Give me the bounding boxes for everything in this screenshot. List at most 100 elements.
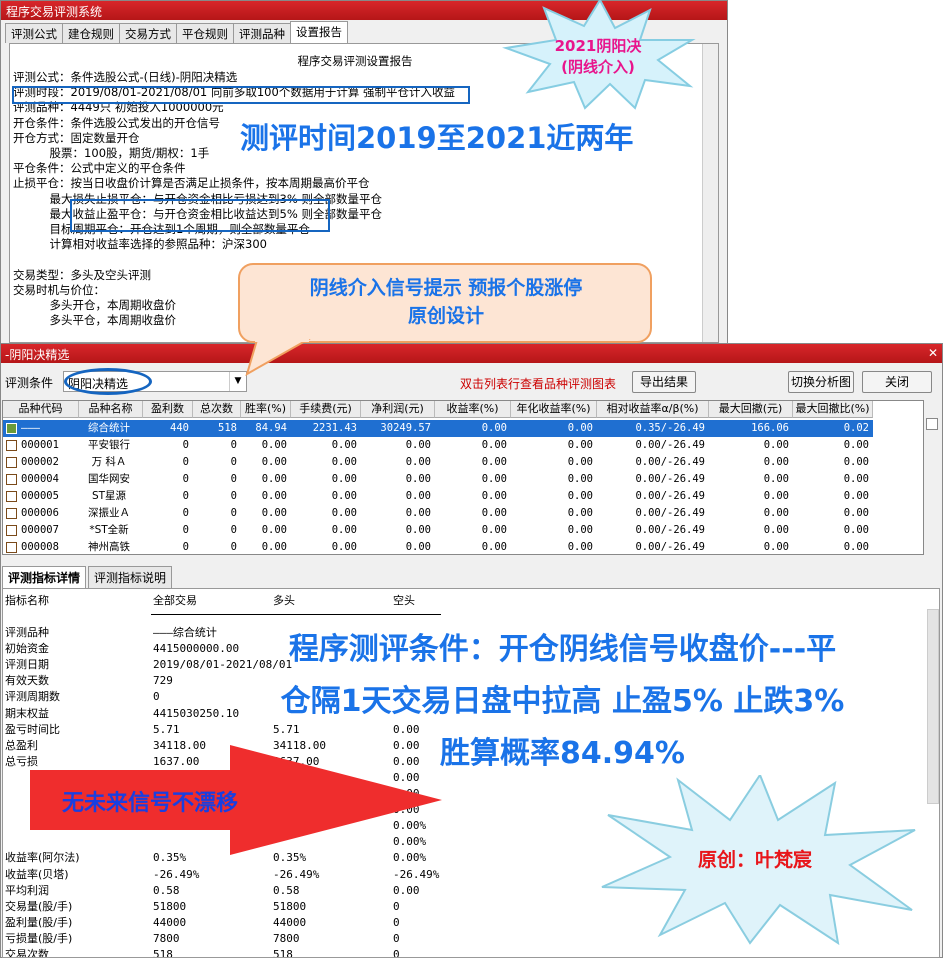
report-line: 开仓条件：条件选股公式发出的开仓信号 (13, 115, 220, 130)
table-cell: 0.00 (843, 473, 869, 485)
table-cell: 0.00 (567, 541, 593, 553)
metric-value: 0.00 (393, 883, 420, 897)
table-cell: 0.00 (405, 473, 431, 485)
tab-3[interactable]: 平仓规则 (176, 23, 234, 43)
column-header[interactable]: 盈利数 (143, 401, 193, 418)
table-cell: 0 (182, 456, 189, 468)
detail-header: 指标名称 (5, 594, 49, 607)
table-cell: 440 (170, 422, 189, 434)
table-cell: 0.35/-26.49 (635, 422, 705, 434)
tab-4[interactable]: 评测品种 (233, 23, 291, 43)
table-cell: 000007 (21, 524, 59, 536)
document-icon (6, 491, 17, 502)
column-header[interactable]: 品种代码 (3, 401, 79, 418)
column-header[interactable]: 年化收益率(%) (511, 401, 597, 418)
metric-value: 518 (273, 948, 293, 958)
header-rule (151, 614, 441, 615)
column-header[interactable]: 相对收益率α/β(%) (597, 401, 709, 418)
tab-2[interactable]: 交易方式 (119, 23, 177, 43)
table-cell: 0.00 (763, 541, 789, 553)
table-cell: 0.00 (843, 507, 869, 519)
document-icon (6, 423, 17, 434)
table-row[interactable]: 000002 万 科Ａ 0 0 0.00 0.00 0.00 0.00 0.00 0.00/-26… (3, 454, 873, 471)
table-row[interactable]: 000005 ST星源 0 0 0.00 0.00 0.00 0.00 0.00 0.00/-26… (3, 488, 873, 505)
metric-value: 51800 (153, 899, 187, 913)
metric-name: 收益率(贝塔) (5, 867, 69, 881)
metric-value: 729 (153, 674, 173, 688)
table-cell: 0.00 (843, 439, 869, 451)
table-cell: 0.02 (843, 422, 869, 434)
column-header[interactable]: 总次数 (193, 401, 241, 418)
metric-value: 7800 (273, 931, 300, 945)
table-cell: 0.00 (405, 456, 431, 468)
highlight-ellipse (64, 368, 152, 395)
tab-5[interactable]: 设置报告 (290, 21, 348, 43)
table-cell: 0.00 (763, 524, 789, 536)
table-cell: 0.00 (261, 524, 287, 536)
metric-value: 0 (393, 948, 400, 958)
table-cell: 0 (230, 524, 237, 536)
tab-detail[interactable]: 评测指标详情 (2, 566, 87, 588)
table-cell: 0.00 (843, 490, 869, 502)
detail-scrollbar[interactable] (927, 609, 939, 804)
report-line: 多头开仓，本周期收盘价 (13, 298, 177, 312)
metric-value: 44000 (273, 915, 307, 929)
tab-explain[interactable]: 评测指标说明 (88, 566, 173, 588)
tab-1[interactable]: 建仓规则 (62, 23, 120, 43)
table-cell: 0.00 (331, 456, 357, 468)
metric-name: 平均利润 (5, 883, 49, 897)
report-scrollbar[interactable] (702, 44, 718, 342)
metric-value: -26.49% (153, 867, 200, 881)
column-header[interactable]: 净利润(元) (361, 401, 435, 418)
table-cell: 0 (182, 473, 189, 485)
report-line: 交易类型：多头及空头评测 (13, 267, 151, 282)
table-row[interactable]: ——— 综合统计 440 518 84.94 2231.43 30249.57 0.00 0.0… (3, 420, 873, 437)
table-cell: 0.00 (405, 541, 431, 553)
detail-header: 多头 (273, 594, 295, 607)
metric-name: 初始资金 (5, 642, 49, 656)
table-row[interactable]: 000006 深振业Ａ 0 0 0.00 0.00 0.00 0.00 0.00 0.00/-26… (3, 505, 873, 522)
headline-period: 测评时间2019至2021近两年 (240, 121, 634, 155)
column-header[interactable]: 最大回撤(元) (709, 401, 793, 418)
detail-header: 空头 (393, 594, 415, 607)
close-button[interactable]: 关闭 (862, 371, 932, 393)
results-table: 品种代码 品种名称 盈利数 总次数 胜率(%) 手续费(元) 净利润(元) 收益率(%) 年化收… (2, 400, 924, 555)
table-cell: 166.06 (751, 422, 789, 434)
column-header[interactable]: 手续费(元) (291, 401, 361, 418)
metric-value: 7800 (153, 931, 180, 945)
table-row[interactable]: 000008 神州高铁 0 0 0.00 0.00 0.00 0.00 0.00 0.00/-26… (3, 539, 873, 554)
table-cell: 0.00/-26.49 (635, 507, 705, 519)
report-line: 股票：100股，期货/期权：1手 (13, 146, 210, 160)
table-cell: 0.00 (843, 456, 869, 468)
table-cell: 0 (230, 456, 237, 468)
column-header[interactable]: 最大回撤比(%) (793, 401, 873, 418)
switch-chart-button[interactable]: 切换分析图 (788, 371, 854, 393)
highlight-box-period (12, 86, 470, 104)
table-row[interactable]: 000001 平安银行 0 0 0.00 0.00 0.00 0.00 0.00 0.00/-26… (3, 437, 873, 454)
table-cell: 0 (230, 541, 237, 553)
burst-label-1: 2021阴阳决 (阴线介入) (554, 37, 642, 76)
table-cell: 综合统计 (88, 422, 130, 434)
table-row[interactable]: 000004 国华网安 0 0 0.00 0.00 0.00 0.00 0.00 0.00/-26… (3, 471, 873, 488)
table-cell: 0.00 (843, 524, 869, 536)
report-line: 止损平仓：按当日收盘价计算是否满足止损条件，按本周期最高价平仓 (13, 176, 370, 191)
tab-0[interactable]: 评测公式 (5, 23, 63, 43)
table-cell: 84.94 (255, 422, 287, 434)
table-cell: 0.00 (405, 507, 431, 519)
table-cell: 0.00 (261, 490, 287, 502)
table-cell: 0.00 (481, 507, 507, 519)
table-cell: 深振业Ａ (88, 507, 130, 519)
grid-checkbox[interactable] (926, 418, 938, 430)
table-cell: *ST全新 (89, 524, 129, 536)
column-header[interactable]: 收益率(%) (435, 401, 511, 418)
column-header[interactable]: 品种名称 (79, 401, 143, 418)
table-cell: 518 (218, 422, 237, 434)
close-icon[interactable]: ✕ (928, 346, 938, 360)
table-row[interactable]: 000007 *ST全新 0 0 0.00 0.00 0.00 0.00 0.00 0.00/-2… (3, 522, 873, 539)
table-cell: 0.00 (567, 422, 593, 434)
table-cell: 0.00 (843, 541, 869, 553)
column-header[interactable]: 胜率(%) (241, 401, 291, 418)
callout-text: 阴线介入信号提示 预报个股涨停 原创设计 (309, 277, 583, 327)
metric-value: 0 (153, 690, 160, 704)
table-cell: 0.00 (763, 490, 789, 502)
